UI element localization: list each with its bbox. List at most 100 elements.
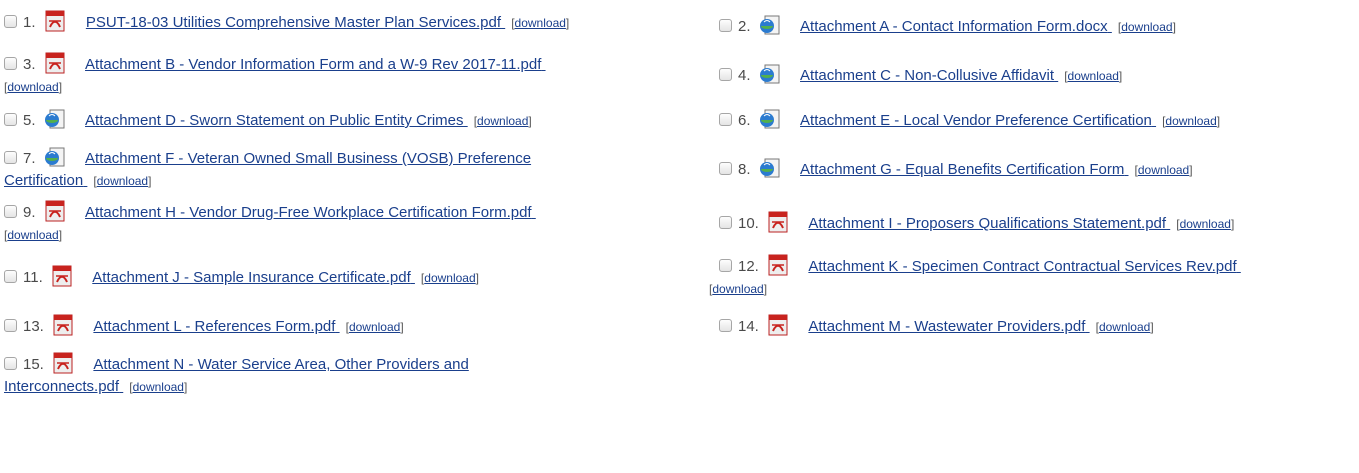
item-checkbox[interactable] xyxy=(719,19,732,32)
download-wrapper: [download] xyxy=(473,114,532,128)
download-link[interactable]: download xyxy=(477,114,528,128)
list-item: 3. Attachment B - Vendor Information For… xyxy=(0,44,705,98)
file-link[interactable]: Attachment E - Local Vendor Preference C… xyxy=(800,112,1156,129)
item-number: 5. xyxy=(23,112,36,129)
item-checkbox[interactable] xyxy=(4,113,17,126)
list-item: 15. Attachment N - Water Service Area, O… xyxy=(0,348,705,402)
item-number: 3. xyxy=(23,56,36,73)
download-wrapper: [download] xyxy=(4,80,63,94)
download-link[interactable]: download xyxy=(97,174,148,188)
item-number: 6. xyxy=(738,112,751,129)
download-link[interactable]: download xyxy=(349,320,400,334)
item-number: 12. xyxy=(738,258,759,275)
item-checkbox[interactable] xyxy=(4,205,17,218)
list-item: 5. Attachment D - Sworn Statement on Pub… xyxy=(0,98,705,142)
file-link[interactable]: Attachment H - Vendor Drug-Free Workplac… xyxy=(85,204,536,221)
list-item: 14. Attachment M - Wastewater Providers.… xyxy=(705,304,1359,348)
pdf-icon xyxy=(52,265,72,287)
file-link[interactable]: Attachment A - Contact Information Form.… xyxy=(800,18,1112,35)
file-link[interactable]: Attachment M - Wastewater Providers.pdf xyxy=(808,318,1089,335)
download-link[interactable]: download xyxy=(133,380,184,394)
pdf-icon xyxy=(45,52,65,74)
item-checkbox[interactable] xyxy=(719,68,732,81)
download-link[interactable]: download xyxy=(1068,69,1119,83)
list-item: 12. Attachment K - Specimen Contract Con… xyxy=(705,250,1359,304)
word-doc-icon xyxy=(759,64,780,84)
download-wrapper: [download] xyxy=(1162,114,1221,128)
list-item: 10. Attachment I - Proposers Qualificati… xyxy=(705,196,1359,250)
word-doc-icon xyxy=(759,109,780,129)
pdf-icon xyxy=(53,352,73,374)
download-wrapper: [download] xyxy=(511,16,570,30)
empty-cell xyxy=(705,348,1359,402)
download-link[interactable]: download xyxy=(1121,20,1172,34)
list-item: 6. Attachment E - Local Vendor Preferenc… xyxy=(705,98,1359,142)
list-item: 7. Attachment F - Veteran Owned Small Bu… xyxy=(0,142,705,196)
pdf-icon xyxy=(53,314,73,336)
download-link[interactable]: download xyxy=(1099,320,1150,334)
item-checkbox[interactable] xyxy=(719,216,732,229)
download-wrapper: [download] xyxy=(93,174,152,188)
download-wrapper: [download] xyxy=(1064,69,1123,83)
item-checkbox[interactable] xyxy=(719,319,732,332)
item-number: 15. xyxy=(23,356,44,373)
download-wrapper: [download] xyxy=(709,282,768,296)
download-wrapper: [download] xyxy=(4,228,63,242)
word-doc-icon xyxy=(44,147,65,167)
download-link[interactable]: download xyxy=(1180,217,1231,231)
file-link[interactable]: Attachment L - References Form.pdf xyxy=(93,318,339,335)
item-number: 2. xyxy=(738,18,751,35)
download-link[interactable]: download xyxy=(424,271,475,285)
item-number: 10. xyxy=(738,215,759,232)
file-link[interactable]: Attachment F - Veteran Owned Small Busin… xyxy=(4,150,531,189)
item-number: 1. xyxy=(23,14,36,31)
list-item: 4. Attachment C - Non-Collusive Affidavi… xyxy=(705,44,1359,98)
download-link[interactable]: download xyxy=(1138,163,1189,177)
download-wrapper: [download] xyxy=(1117,20,1176,34)
item-checkbox[interactable] xyxy=(4,319,17,332)
item-checkbox[interactable] xyxy=(4,57,17,70)
list-item: 9. Attachment H - Vendor Drug-Free Workp… xyxy=(0,196,705,250)
file-link[interactable]: Attachment B - Vendor Information Form a… xyxy=(85,56,546,73)
download-link[interactable]: download xyxy=(7,80,58,94)
list-item: 1. PSUT-18-03 Utilities Comprehensive Ma… xyxy=(0,0,705,44)
item-checkbox[interactable] xyxy=(4,15,17,28)
file-link[interactable]: PSUT-18-03 Utilities Comprehensive Maste… xyxy=(86,14,505,31)
list-item: 11. Attachment J - Sample Insurance Cert… xyxy=(0,250,705,304)
download-link[interactable]: download xyxy=(1165,114,1216,128)
word-doc-icon xyxy=(44,109,65,129)
pdf-icon xyxy=(45,10,65,32)
file-link[interactable]: Attachment K - Specimen Contract Contrac… xyxy=(808,258,1240,275)
item-checkbox[interactable] xyxy=(4,357,17,370)
pdf-icon xyxy=(768,314,788,336)
item-checkbox[interactable] xyxy=(4,151,17,164)
item-number: 7. xyxy=(23,150,36,167)
file-link[interactable]: Attachment I - Proposers Qualifications … xyxy=(808,215,1170,232)
file-link[interactable]: Attachment D - Sworn Statement on Public… xyxy=(85,112,468,129)
item-checkbox[interactable] xyxy=(4,270,17,283)
download-link[interactable]: download xyxy=(712,282,763,296)
pdf-icon xyxy=(768,254,788,276)
item-number: 13. xyxy=(23,318,44,335)
item-number: 11. xyxy=(23,269,43,286)
download-wrapper: [download] xyxy=(129,380,188,394)
item-checkbox[interactable] xyxy=(719,113,732,126)
list-item: 2. Attachment A - Contact Information Fo… xyxy=(705,0,1359,44)
item-checkbox[interactable] xyxy=(719,259,732,272)
download-link[interactable]: download xyxy=(515,16,566,30)
download-wrapper: [download] xyxy=(420,271,479,285)
word-doc-icon xyxy=(759,158,780,178)
download-wrapper: [download] xyxy=(1095,320,1154,334)
download-wrapper: [download] xyxy=(345,320,404,334)
download-link[interactable]: download xyxy=(7,228,58,242)
file-link[interactable]: Attachment J - Sample Insurance Certific… xyxy=(92,269,415,286)
word-doc-icon xyxy=(759,15,780,35)
file-link[interactable]: Attachment G - Equal Benefits Certificat… xyxy=(800,161,1128,178)
pdf-icon xyxy=(768,211,788,233)
item-number: 4. xyxy=(738,67,751,84)
item-checkbox[interactable] xyxy=(719,162,732,175)
list-item: 13. Attachment L - References Form.pdf [d… xyxy=(0,304,705,348)
download-wrapper: [download] xyxy=(1134,163,1193,177)
attachment-list: 1. PSUT-18-03 Utilities Comprehensive Ma… xyxy=(0,0,1359,402)
file-link[interactable]: Attachment C - Non-Collusive Affidavit xyxy=(800,67,1058,84)
